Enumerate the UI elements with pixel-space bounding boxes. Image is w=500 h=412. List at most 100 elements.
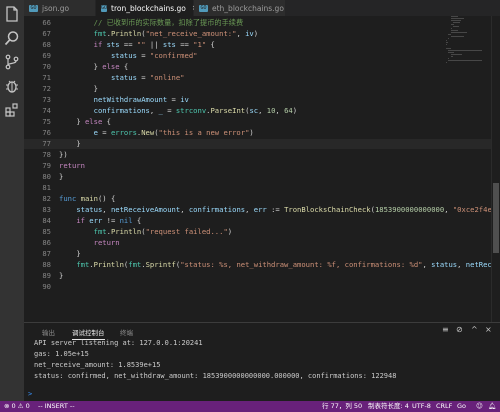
minimap[interactable]	[446, 16, 486, 136]
code-text: return	[59, 161, 85, 170]
minimap-line	[446, 40, 447, 41]
editor-scrollbar[interactable]	[491, 16, 500, 322]
console-line: API server listening at: 127.0.0.1:20241	[34, 339, 203, 347]
tab-eth-blockchains-go[interactable]: GO eth_blockchains.go	[194, 0, 286, 16]
source-control-icon[interactable]	[0, 50, 24, 74]
minimap-line	[448, 34, 452, 35]
code-line[interactable]: 70 } else {	[24, 62, 500, 72]
tab-size[interactable]: 制表符长度: 4	[368, 401, 409, 412]
line-number: 86	[42, 238, 51, 247]
code-line[interactable]: 89}	[24, 271, 500, 281]
minimap-line	[450, 20, 461, 21]
minimap-line	[448, 50, 483, 51]
tab-terminal[interactable]: 终端	[120, 327, 133, 337]
language-mode[interactable]: Go	[457, 401, 466, 412]
code-line[interactable]: 74 confirmations, _ = strconv.ParseInt(s…	[24, 106, 500, 116]
filter-icon[interactable]: ≡	[442, 325, 449, 334]
line-number: 85	[42, 227, 51, 236]
code-line[interactable]: 68 if sts == "" || sts == "1" {	[24, 40, 500, 50]
line-number: 90	[42, 282, 51, 291]
code-line[interactable]: 90	[24, 282, 500, 292]
line-ending[interactable]: CRLF	[436, 401, 452, 412]
code-line[interactable]: 71 status = "online"	[24, 73, 500, 83]
minimap-line	[450, 16, 459, 17]
code-text: }	[59, 172, 64, 181]
line-number: 72	[42, 84, 51, 93]
minimap-line	[453, 22, 461, 23]
code-line[interactable]: 84 if err != nil {	[24, 216, 500, 226]
code-text: status = "online"	[110, 73, 185, 82]
notifications-icon[interactable]: 🔔︎	[488, 401, 496, 412]
code-editor[interactable]: 66 // 已收到币的实际数量，扣除了提币的手续费 67 fmt.Println(…	[24, 16, 500, 322]
line-number: 89	[42, 271, 51, 280]
console-line: status: confirmed, net_withdraw_amount: …	[34, 372, 397, 380]
extensions-icon[interactable]	[0, 98, 24, 122]
line-number: 76	[42, 128, 51, 137]
code-line[interactable]: 87 }	[24, 249, 500, 259]
activity-bar	[0, 0, 24, 401]
tab-label: json.go	[42, 3, 70, 13]
console-input-prompt[interactable]: >	[28, 390, 32, 398]
code-text: netWithdrawAmount = iv	[93, 95, 189, 104]
line-number: 81	[42, 183, 51, 192]
code-text: status, netReceiveAmount, confirmations,…	[76, 205, 500, 214]
line-number: 87	[42, 249, 51, 258]
code-line[interactable]: 76 e = errors.New("this is a new error")	[24, 128, 500, 138]
close-panel-icon[interactable]: ×	[485, 325, 492, 334]
line-number: 71	[42, 73, 51, 82]
code-line[interactable]: 67 fmt.Println("net_receive_amount:", iv…	[24, 29, 500, 39]
tab-json-go[interactable]: GO json.go	[24, 0, 96, 16]
code-text: fmt.Println("net_receive_amount:", iv)	[93, 29, 259, 38]
code-text: if err != nil {	[76, 216, 142, 225]
minimap-line	[450, 36, 464, 37]
code-line[interactable]: 83 status, netReceiveAmount, confirmatio…	[24, 205, 500, 215]
debug-icon[interactable]	[0, 74, 24, 98]
encoding[interactable]: UTF-8	[412, 401, 431, 412]
line-number: 83	[42, 205, 51, 214]
minimap-line	[446, 42, 449, 43]
code-line[interactable]: 79 return	[24, 161, 500, 171]
tab-output[interactable]: 输出	[42, 327, 55, 337]
code-text: fmt.Println(fmt.Sprintf("status: %s, net…	[76, 260, 500, 269]
code-text: // 已收到币的实际数量，扣除了提币的手续费	[93, 18, 244, 27]
line-number: 88	[42, 260, 51, 269]
code-text: func main() {	[59, 194, 116, 203]
scroll-thumb[interactable]	[493, 183, 499, 253]
files-icon[interactable]	[0, 2, 24, 26]
go-file-icon: GO	[199, 4, 208, 12]
line-number: 82	[42, 194, 51, 203]
tab-tron-blockchains-go[interactable]: GO tron_blockchains.go ×	[96, 0, 198, 16]
line-number: 66	[42, 18, 51, 27]
code-text: if sts == "" || sts == "1" {	[93, 40, 215, 49]
cursor-position[interactable]: 行 77，列 50	[322, 401, 362, 412]
code-text: } else {	[93, 62, 129, 71]
code-line[interactable]: 72 }	[24, 84, 500, 94]
code-text: } else {	[76, 117, 111, 126]
code-line[interactable]: 75 } else {	[24, 117, 500, 127]
code-line[interactable]: 80}	[24, 172, 500, 182]
code-line[interactable]: 81	[24, 183, 500, 193]
clear-console-icon[interactable]: ⊘	[456, 325, 463, 334]
code-line[interactable]: 73 netWithdrawAmount = iv	[24, 95, 500, 105]
status-bar: ⊗ 0 ⚠ 0 -- INSERT -- 行 77，列 50 制表符长度: 4 …	[0, 401, 500, 412]
code-line[interactable]: 69 status = "confirmed"	[24, 51, 500, 61]
code-line[interactable]: 78})	[24, 150, 500, 160]
line-number: 67	[42, 29, 51, 38]
maximize-panel-icon[interactable]: ^	[471, 325, 478, 334]
line-number: 79	[42, 161, 51, 170]
code-line[interactable]: 86 return	[24, 238, 500, 248]
search-icon[interactable]	[0, 26, 24, 50]
code-line[interactable]: 88 fmt.Println(fmt.Sprintf("status: %s, …	[24, 260, 500, 270]
minimap-line	[448, 52, 454, 53]
code-text: status = "confirmed"	[110, 51, 198, 60]
code-line[interactable]: 85 fmt.Println("request failed...")	[24, 227, 500, 237]
feedback-icon[interactable]: ☺	[476, 401, 483, 412]
problems-indicator[interactable]: ⊗ 0 ⚠ 0	[4, 401, 30, 412]
minimap-line	[450, 18, 465, 19]
code-line[interactable]: 82 func main() {	[24, 194, 500, 204]
code-line[interactable]: 66 // 已收到币的实际数量，扣除了提币的手续费	[24, 18, 500, 28]
code-text: })	[59, 150, 68, 159]
minimap-line	[448, 60, 483, 61]
code-line[interactable]: 77 }	[24, 139, 500, 149]
editor-tabs: GO json.go GO tron_blockchains.go × GO e…	[24, 0, 500, 16]
